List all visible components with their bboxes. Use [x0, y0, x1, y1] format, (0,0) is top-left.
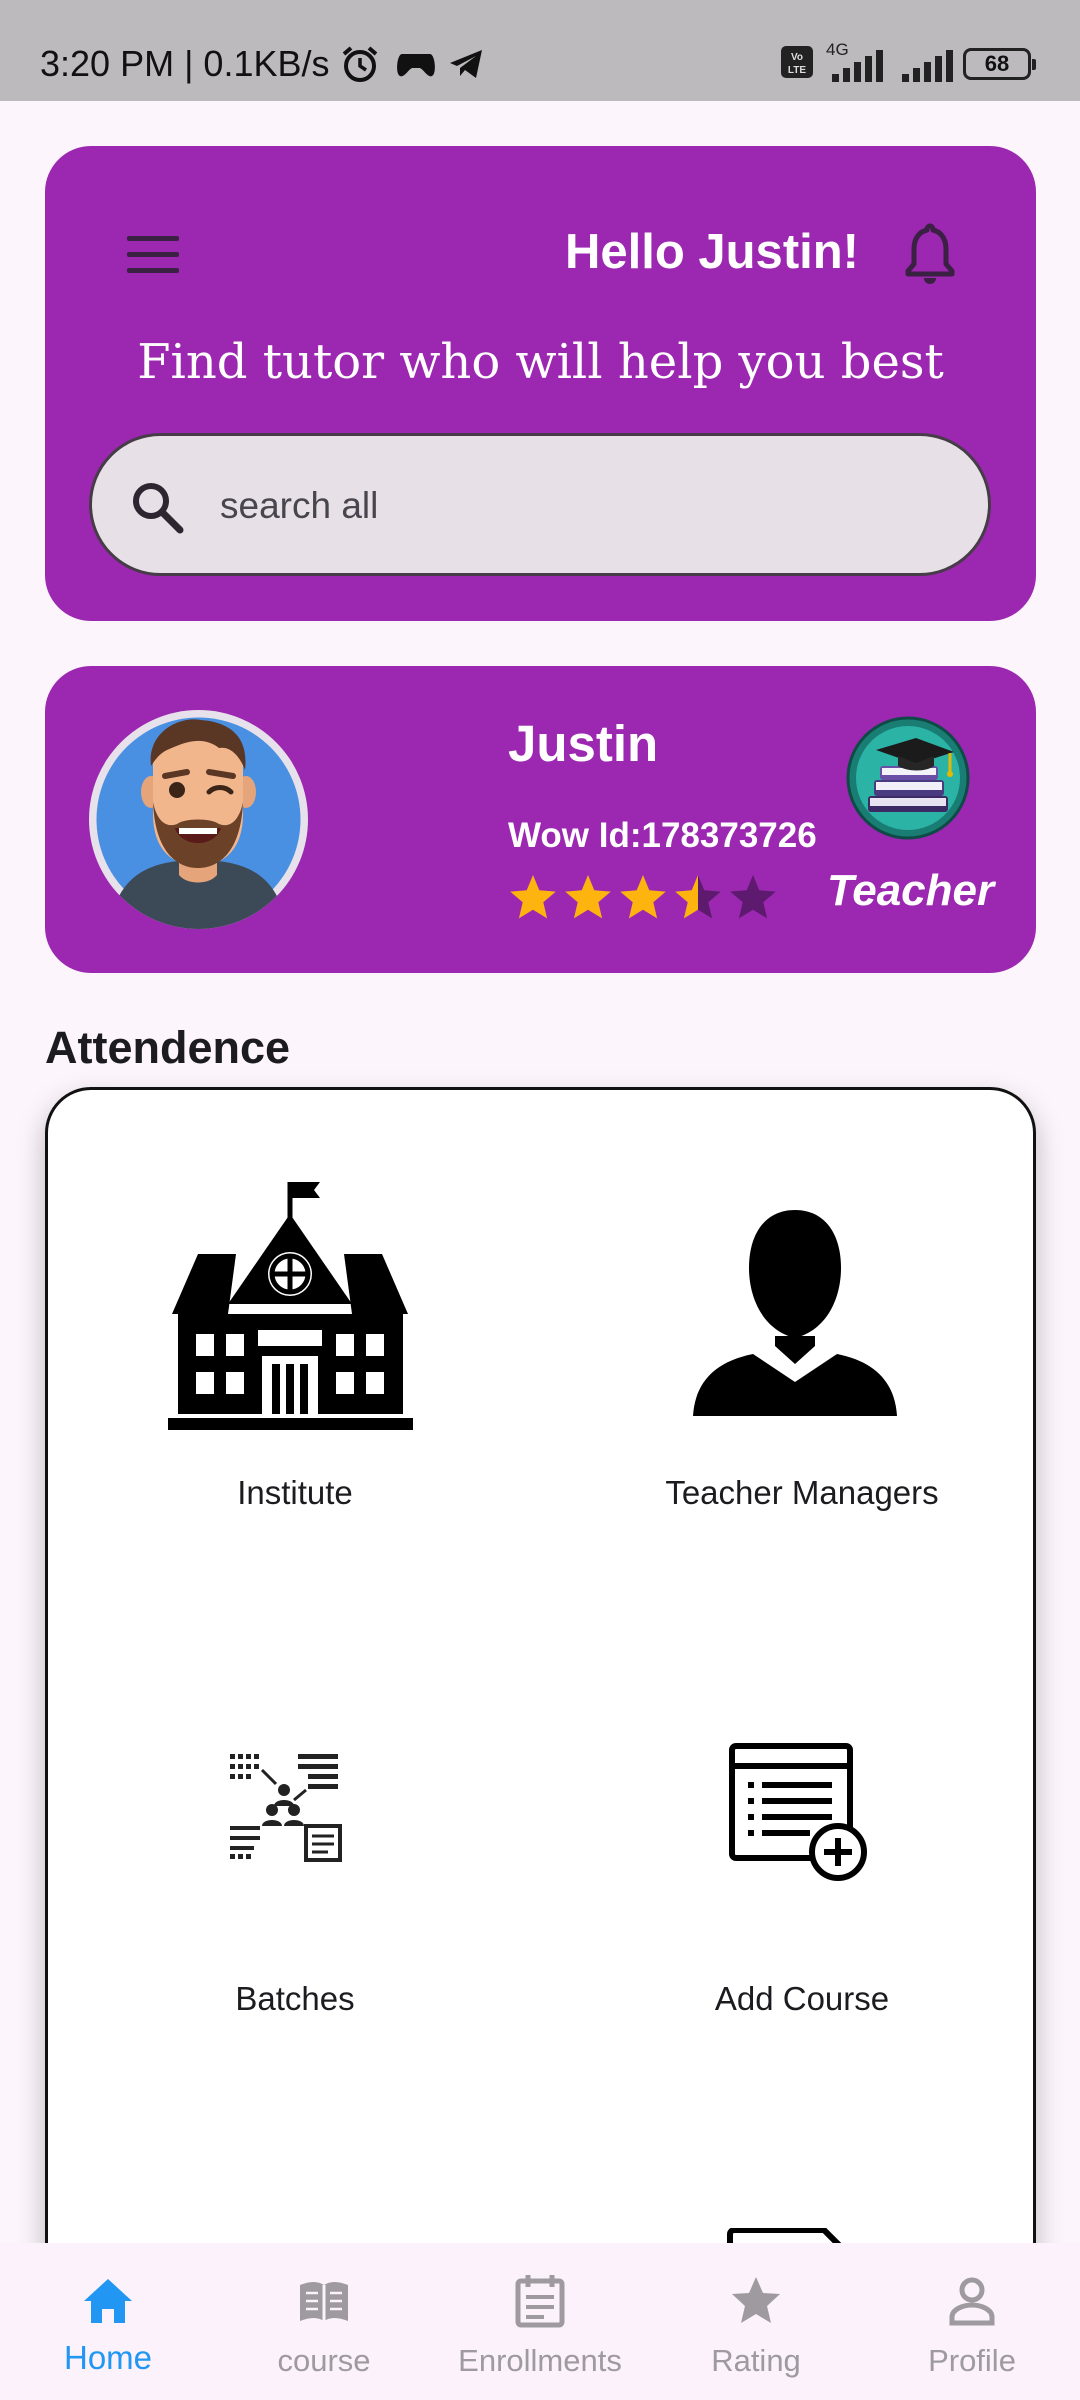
nav-course-label: course [277, 2343, 371, 2378]
tile-label-batches: Batches [235, 1980, 355, 2017]
tagline-text: Find tutor who will help you best [137, 334, 944, 390]
tile-label-add-course: Add Course [714, 1980, 890, 2017]
role-label: Teacher [827, 866, 995, 915]
rating-star-2 [565, 875, 611, 919]
calendar-icon [515, 2275, 565, 2328]
nav-enrollments[interactable]: Enrollments [432, 2243, 648, 2400]
person-icon [949, 2277, 995, 2326]
telegram-icon [450, 50, 482, 78]
book-icon [300, 2282, 348, 2321]
status-bar: 3:20 PM | 0.1KB/s Vo LTE 4G 68 [0, 0, 1080, 101]
add-course-icon [729, 1743, 867, 1881]
teacher-icon [693, 1210, 897, 1416]
alarm-icon [342, 46, 378, 82]
nav-home[interactable]: Home [0, 2243, 216, 2400]
home-icon [84, 2279, 132, 2323]
institute-icon [168, 1182, 413, 1430]
status-time-speed: 3:20 PM | 0.1KB/s [40, 43, 330, 84]
rating-star-3 [620, 875, 666, 919]
signal-strength-icon-2 [902, 50, 953, 82]
search-icon [133, 483, 184, 534]
search-bar[interactable] [89, 433, 991, 576]
tile-label-teacher-managers: Teacher Managers [665, 1474, 939, 1511]
tile-label-institute: Institute [237, 1474, 353, 1511]
volte-icon: Vo LTE [781, 46, 813, 78]
bell-icon[interactable] [902, 222, 958, 286]
attendance-grid: Institute Teacher Managers Batches Add C… [45, 1087, 1036, 2400]
battery-indicator: 68 [963, 48, 1036, 80]
graduation-books-icon [846, 716, 970, 840]
nav-enrollments-label: Enrollments [458, 2343, 622, 2378]
nav-course[interactable]: course [216, 2243, 432, 2400]
rating-star-1 [510, 875, 556, 919]
avatar[interactable] [89, 710, 308, 929]
rating-stars [510, 875, 776, 919]
bottom-navigation: Home course Enrollments Rating Profile [0, 2243, 1080, 2400]
rating-star-5 [730, 875, 776, 919]
search-input[interactable] [220, 472, 920, 540]
nav-profile[interactable]: Profile [864, 2243, 1080, 2400]
header-card: Hello Justin! Find tutor who will help y… [45, 146, 1036, 621]
profile-card[interactable]: Justin Wow Id:178373726 Teacher [45, 666, 1036, 973]
svg-text:Vo: Vo [791, 52, 803, 63]
nav-home-label: Home [63, 2339, 153, 2376]
game-controller-icon [397, 54, 435, 77]
section-title-attendance: Attendence [45, 1022, 291, 1073]
avatar-illustration [96, 717, 301, 929]
profile-name: Justin [508, 715, 659, 772]
batches-icon [230, 1754, 342, 1862]
greeting-text: Hello Justin! [564, 225, 859, 279]
signal-strength-icon [832, 50, 883, 82]
svg-text:LTE: LTE [788, 65, 806, 76]
nav-rating-label: Rating [711, 2343, 801, 2378]
nav-profile-label: Profile [928, 2343, 1016, 2378]
star-icon [732, 2277, 780, 2323]
menu-icon[interactable] [127, 236, 179, 276]
profile-wow-id: Wow Id:178373726 [508, 816, 817, 855]
rating-star-4 [675, 875, 721, 919]
nav-rating[interactable]: Rating [648, 2243, 864, 2400]
